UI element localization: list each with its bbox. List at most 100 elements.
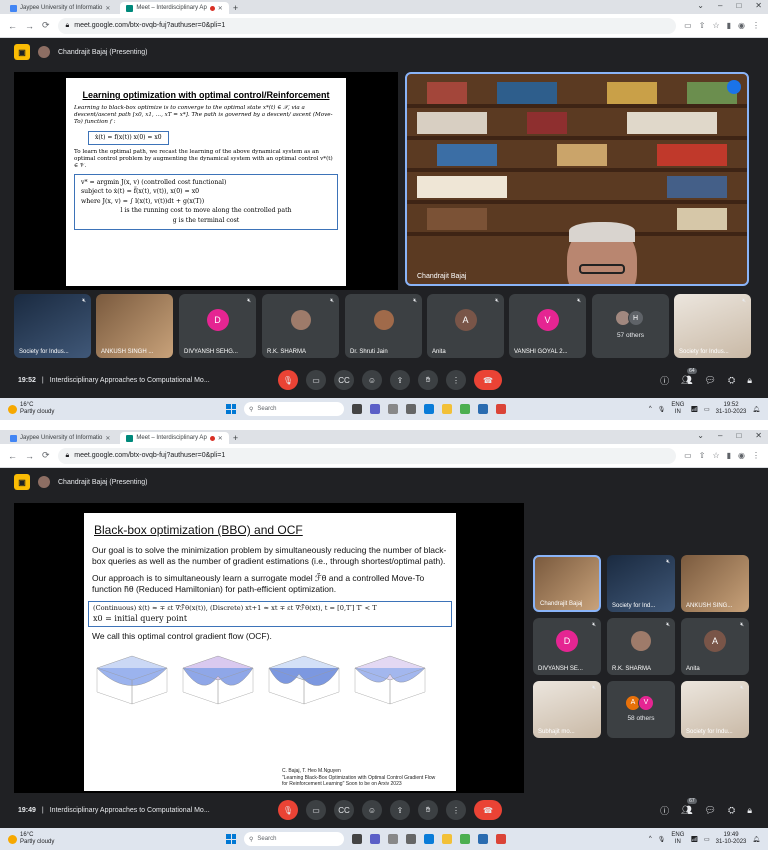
presentation-icon[interactable]: ▣ <box>14 474 30 490</box>
wifi-icon[interactable]: 📶︎ <box>690 406 698 413</box>
tab-meet[interactable]: Meet – Interdisciplinary Ap ✕ <box>120 2 229 14</box>
app-icon[interactable] <box>478 834 488 844</box>
participant-tile[interactable]: 🔇︎ A Anita <box>681 618 749 675</box>
chrome-icon[interactable] <box>460 834 470 844</box>
present-button[interactable]: ⇪ <box>390 370 410 390</box>
folder-icon[interactable] <box>442 404 452 414</box>
participant-tile[interactable]: 🔇︎ Society for Indus... <box>674 294 751 358</box>
info-icon[interactable]: ⓘ <box>660 374 669 387</box>
captions-button[interactable]: CC <box>334 370 354 390</box>
sidepanel-icon[interactable]: ▮ <box>727 451 731 460</box>
app-icon[interactable] <box>406 404 416 414</box>
star-icon[interactable]: ☆ <box>712 21 719 30</box>
participant-tile[interactable]: 🔇︎ R.K. SHARMA <box>262 294 339 358</box>
chevron-up-icon[interactable]: ^ <box>649 836 652 842</box>
edge-icon[interactable] <box>424 834 434 844</box>
people-icon[interactable]: 👥︎ 64 <box>681 367 697 386</box>
wifi-icon[interactable]: 📶︎ <box>690 836 698 843</box>
mic-icon[interactable]: 🎙︎ <box>658 406 666 413</box>
participant-tile[interactable]: 🔇︎ A Anita <box>427 294 504 358</box>
tab-jaypee[interactable]: Jaypee University of Informatio ✕ <box>4 2 116 14</box>
participant-tile[interactable]: 🔇︎ Subhajit mo... <box>533 681 601 738</box>
camera-toggle-button[interactable]: ▭ <box>306 370 326 390</box>
more-options-button[interactable]: ⋮ <box>446 800 466 820</box>
tab-meet[interactable]: Meet – Interdisciplinary Ap ✕ <box>120 432 229 444</box>
speaker-tile[interactable]: Chandrajit Bajaj <box>533 555 601 612</box>
chat-icon[interactable]: 💬︎ <box>705 805 716 816</box>
taskview-icon[interactable] <box>352 404 362 414</box>
captions-button[interactable]: CC <box>334 800 354 820</box>
weather-widget[interactable]: 16°C Partly cloudy <box>8 832 54 845</box>
tab-jaypee[interactable]: Jaypee University of Informatio ✕ <box>4 432 116 444</box>
camera-icon[interactable]: ▭ <box>684 21 692 30</box>
close-icon[interactable]: ✕ <box>105 5 110 12</box>
menu-icon[interactable]: ⋮ <box>752 451 760 460</box>
taskview-icon[interactable] <box>352 834 362 844</box>
chrome-icon[interactable] <box>496 834 506 844</box>
camera-icon[interactable]: ▭ <box>684 451 692 460</box>
minimize-button[interactable]: – <box>718 431 722 440</box>
share-icon[interactable]: ⇧ <box>699 21 706 30</box>
chrome-icon[interactable] <box>496 404 506 414</box>
back-icon[interactable]: ← <box>8 21 17 31</box>
settings-icon[interactable] <box>388 834 398 844</box>
teams-icon[interactable] <box>370 404 380 414</box>
chevron-down-icon[interactable]: ⌄ <box>697 431 704 440</box>
battery-icon[interactable]: ▭ <box>704 836 710 843</box>
close-window-button[interactable]: ✕ <box>755 431 762 440</box>
app-icon[interactable] <box>406 834 416 844</box>
clock[interactable]: 19:52 31-10-2023 <box>716 402 747 416</box>
close-icon[interactable]: ✕ <box>218 5 223 12</box>
back-icon[interactable]: ← <box>8 451 17 461</box>
participant-tile[interactable]: 🔇︎ V VANSHI GOYAL 2... <box>509 294 586 358</box>
notification-icon[interactable]: 🔔︎ <box>752 406 760 413</box>
battery-icon[interactable]: ▭ <box>704 406 710 413</box>
forward-icon[interactable]: → <box>25 21 34 31</box>
info-icon[interactable]: ⓘ <box>660 804 669 817</box>
participant-tile[interactable]: ANKUSH SINGH ... <box>96 294 173 358</box>
participant-tile[interactable]: 🔇︎ D DIVYANSH SEHG... <box>179 294 256 358</box>
teams-icon[interactable] <box>370 834 380 844</box>
participant-tile[interactable]: ANKUSH SING... <box>681 555 749 612</box>
edge-icon[interactable] <box>424 404 434 414</box>
speaker-video-tile[interactable]: Chandrajit Bajaj <box>405 72 749 286</box>
participant-tile[interactable]: 🔇︎ Society for Ind... <box>607 555 675 612</box>
close-window-button[interactable]: ✕ <box>755 1 762 10</box>
forward-icon[interactable]: → <box>25 451 34 461</box>
emoji-button[interactable]: ☺ <box>362 370 382 390</box>
profile-icon[interactable]: ◉ <box>738 451 745 460</box>
url-field[interactable]: 🔒︎ meet.google.com/btx-ovqb-fuj?authuser=… <box>57 447 677 464</box>
clock[interactable]: 19:49 31-10-2023 <box>716 832 747 846</box>
activities-icon[interactable]: ⛭ <box>728 805 735 816</box>
close-icon[interactable]: ✕ <box>218 435 223 442</box>
maximize-button[interactable]: □ <box>736 431 741 440</box>
close-icon[interactable]: ✕ <box>105 435 110 442</box>
url-field[interactable]: 🔒︎ meet.google.com/btx-ovqb-fuj?authuser=… <box>57 17 677 34</box>
participant-tile[interactable]: 🔇︎ Dr. Shruti Jain <box>345 294 422 358</box>
more-options-button[interactable]: ⋮ <box>446 370 466 390</box>
people-icon[interactable]: 👥︎ 67 <box>681 797 697 816</box>
participant-tile[interactable]: 🔇︎ Society for Indus... <box>14 294 91 358</box>
present-button[interactable]: ⇪ <box>390 800 410 820</box>
new-tab-button[interactable]: + <box>233 2 238 14</box>
participant-tile[interactable]: 🔇︎ D DIVYANSH SE... <box>533 618 601 675</box>
app-icon[interactable] <box>478 404 488 414</box>
others-tile[interactable]: H 57 others <box>592 294 669 358</box>
menu-icon[interactable]: ⋮ <box>752 21 760 30</box>
host-controls-icon[interactable]: 🔒︎ <box>747 805 752 816</box>
share-icon[interactable]: ⇧ <box>699 451 706 460</box>
camera-toggle-button[interactable]: ▭ <box>306 800 326 820</box>
mic-toggle-button[interactable]: 🎙︎ <box>278 800 298 820</box>
settings-icon[interactable] <box>388 404 398 414</box>
presentation-icon[interactable]: ▣ <box>14 44 30 60</box>
chat-icon[interactable]: 💬︎ <box>705 375 716 386</box>
folder-icon[interactable] <box>442 834 452 844</box>
participant-tile[interactable]: 🔇︎ Society for Indu... <box>681 681 749 738</box>
chrome-icon[interactable] <box>460 404 470 414</box>
leave-call-button[interactable]: ☎︎ <box>474 370 502 390</box>
windows-start-icon[interactable] <box>226 834 236 844</box>
taskbar-search[interactable]: ⚲ Search <box>244 402 344 416</box>
chevron-down-icon[interactable]: ⌄ <box>697 1 704 10</box>
emoji-button[interactable]: ☺ <box>362 800 382 820</box>
participant-tile[interactable]: 🔇︎ R.K. SHARMA <box>607 618 675 675</box>
